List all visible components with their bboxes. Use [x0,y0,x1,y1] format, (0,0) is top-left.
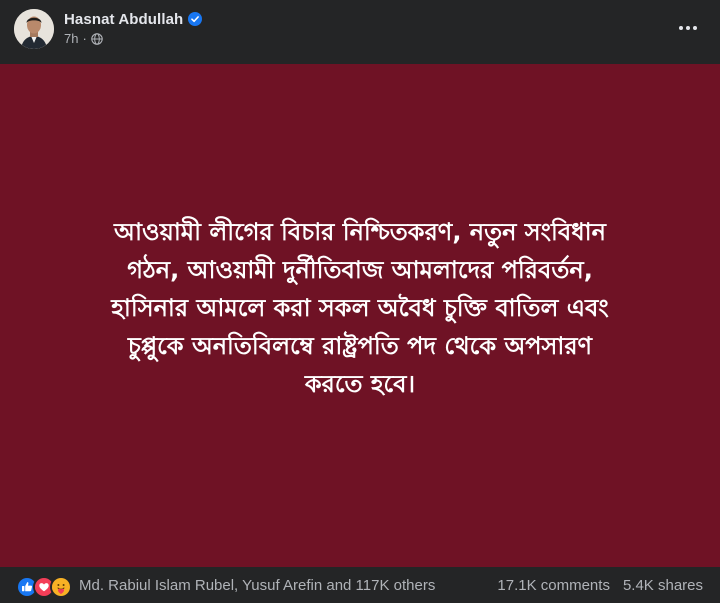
post-text-line: হাসিনার আমলে করা সকল অবৈধ চুক্তি বাতিল এ… [111,294,609,322]
text-post-background[interactable]: আওয়ামী লীগের বিচার নিশ্চিতকরণ, নতুন সংব… [0,64,720,567]
post-text-line: আওয়ামী লীগের বিচার নিশ্চিতকরণ, নতুন সংব… [114,218,606,246]
reaction-icons[interactable] [16,576,72,598]
ellipsis-dot [686,26,690,30]
avatar-image [14,9,54,49]
meta-separator: · [82,31,87,46]
post-footer: Md. Rabiul Islam Rubel, Yusuf Arefin and… [0,567,720,603]
shares-count[interactable]: 5.4K shares [623,577,703,594]
post-text: আওয়ামী লীগের বিচার নিশ্চিতকরণ, নতুন সংব… [60,213,660,403]
post-text-line: গঠন, আওয়ামী দুর্নীতিবাজ আমলাদের পরিবর্ত… [127,256,593,284]
post-header: Hasnat Abdullah 7h · [0,0,720,64]
verified-badge-icon [188,12,203,26]
post-meta: 7h · [64,31,103,46]
more-options-button[interactable] [674,14,702,42]
author-name[interactable]: Hasnat Abdullah [64,11,183,28]
engagement-counts: 17.1K comments 5.4K shares [497,577,703,594]
author-row: Hasnat Abdullah [64,9,203,29]
globe-icon[interactable] [91,32,103,45]
post-timestamp[interactable]: 7h [64,31,78,46]
ellipsis-dot [679,26,683,30]
post-text-line: করতে হবে। [304,370,416,398]
ellipsis-dot [693,26,697,30]
author-avatar[interactable] [14,9,54,49]
comments-count[interactable]: 17.1K comments [497,577,610,594]
care-icon [50,576,72,598]
facebook-post: Hasnat Abdullah 7h · আওয়ামী লীগের বিচার… [0,0,720,603]
reactors-summary[interactable]: Md. Rabiul Islam Rubel, Yusuf Arefin and… [79,577,435,594]
post-text-line: চুপ্পুকে অনতিবিলম্বে রাষ্ট্রপতি পদ থেকে … [127,332,593,360]
